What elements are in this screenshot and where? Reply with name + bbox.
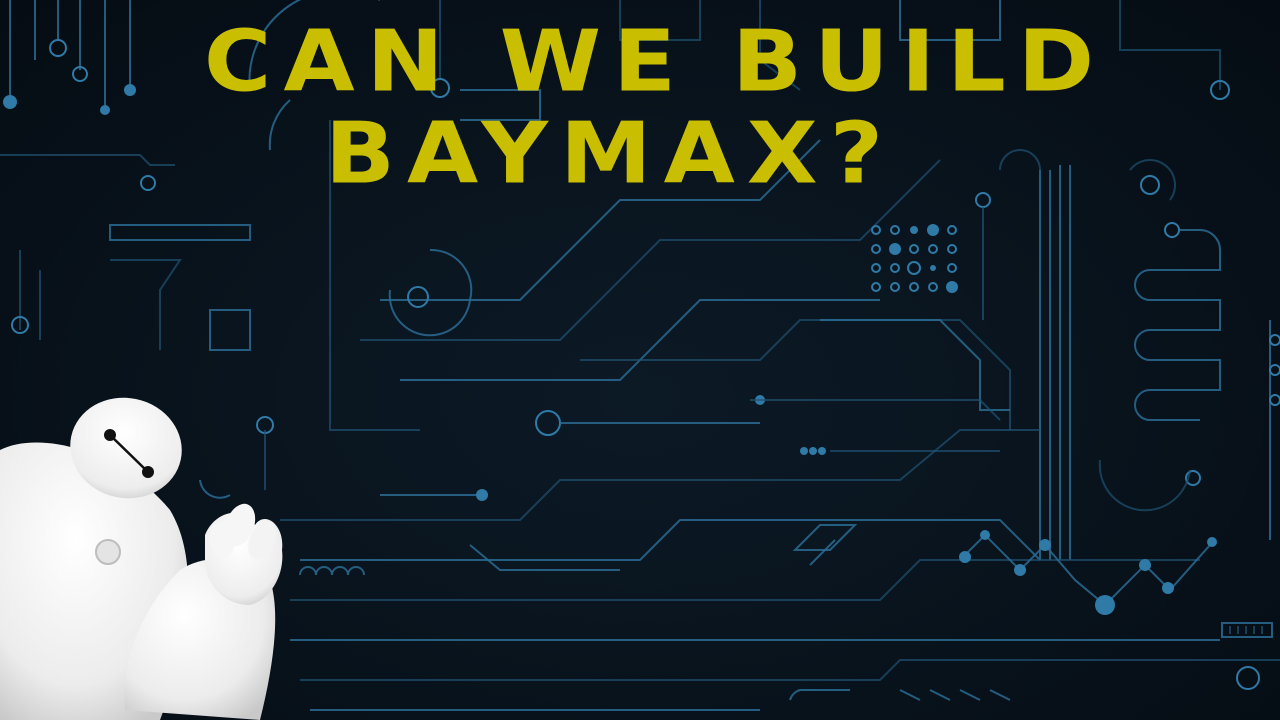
thumbnail-frame: CAN WE BUILD BAYMAX? (0, 0, 1280, 720)
title-line-2: BAYMAX? (324, 104, 896, 203)
title-line-1: CAN WE BUILD (203, 12, 1107, 111)
video-title: CAN WE BUILD BAYMAX? (0, 16, 1280, 200)
baymax-robot-image (0, 397, 283, 720)
dot-grid (871, 224, 958, 293)
